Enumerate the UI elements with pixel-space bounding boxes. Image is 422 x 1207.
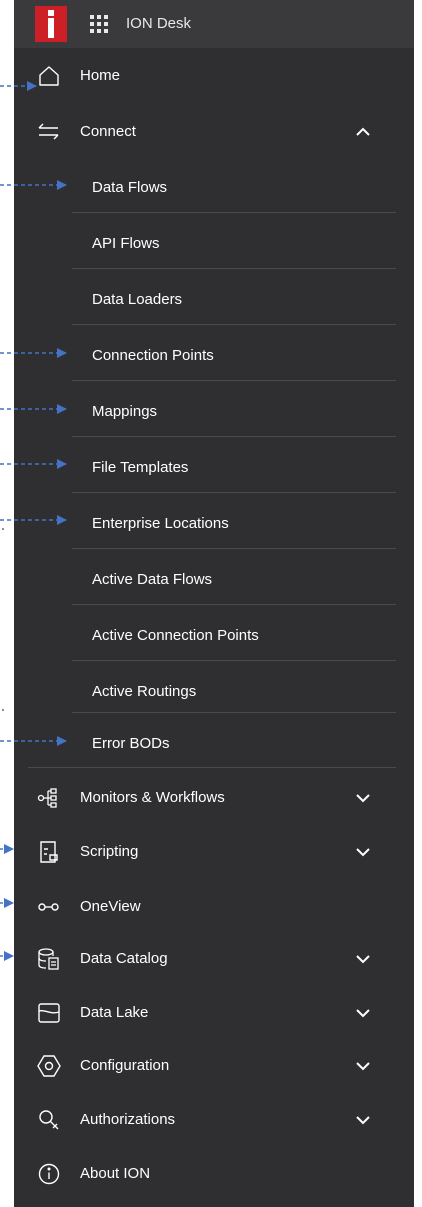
nav-label-connect: Connect [80, 123, 136, 140]
info-icon [36, 1161, 62, 1187]
nav-item-connect[interactable]: Connect [14, 104, 414, 160]
oneview-icon [36, 894, 62, 920]
data-lake-icon [36, 1000, 62, 1026]
nav-label-error-bods: Error BODs [92, 735, 170, 752]
settings-hexagon-icon [36, 1053, 62, 1079]
connect-arrows-icon [36, 119, 62, 145]
infor-logo[interactable] [35, 6, 67, 42]
chevron-down-icon[interactable] [354, 1111, 372, 1129]
nav-subitem-data-flows[interactable]: Data Flows [14, 160, 414, 216]
nav-subitem-mappings[interactable]: Mappings [14, 384, 414, 440]
nav-label-data-catalog: Data Catalog [80, 950, 168, 967]
nav-item-authorizations[interactable]: Authorizations [14, 1092, 414, 1148]
chevron-down-icon[interactable] [354, 950, 372, 968]
nav-label-about-ion: About ION [80, 1165, 151, 1182]
annotation-arrow-oneview [4, 898, 14, 908]
nav-item-oneview[interactable]: OneView [14, 879, 414, 935]
nav-subitem-enterprise-locations[interactable]: Enterprise Locations [14, 496, 414, 552]
divider [72, 604, 396, 605]
divider [72, 436, 396, 437]
nav-subitem-data-loaders[interactable]: Data Loaders [14, 272, 414, 328]
top-bar: ION Desk [14, 0, 414, 48]
chevron-down-icon[interactable] [354, 1004, 372, 1022]
nav-label-authorizations: Authorizations [80, 1111, 176, 1128]
nav-item-data-catalog[interactable]: Data Catalog [14, 931, 414, 987]
divider [72, 712, 396, 713]
annotation-arrow-scripting [4, 844, 14, 854]
nav-label-data-lake: Data Lake [80, 1004, 149, 1021]
script-icon [36, 839, 62, 865]
nav-label-api-flows: API Flows [92, 235, 160, 252]
chevron-down-icon[interactable] [354, 843, 372, 861]
divider [28, 767, 396, 768]
nav-label-active-routings: Active Routings [92, 683, 197, 700]
nav-label-home: Home [80, 67, 121, 84]
nav-subitem-active-connection-points[interactable]: Active Connection Points [14, 608, 414, 664]
nav-label-monitors-workflows: Monitors & Workflows [80, 789, 225, 806]
chevron-down-icon[interactable] [354, 1057, 372, 1075]
nav-item-about-ion[interactable]: About ION [14, 1146, 414, 1202]
nav-label-connection-points: Connection Points [92, 347, 214, 364]
screenshot-canvas: ION Desk Home Connect Data Flows API Flo… [0, 0, 422, 1207]
database-catalog-icon [36, 946, 62, 972]
logo-dot [48, 10, 54, 16]
app-title: ION Desk [126, 15, 192, 32]
nav-label-scripting: Scripting [80, 843, 139, 860]
nav-label-configuration: Configuration [80, 1057, 170, 1074]
app-grid-icon[interactable] [90, 15, 108, 33]
nav-label-active-data-flows: Active Data Flows [92, 571, 213, 588]
nav-subitem-file-templates[interactable]: File Templates [14, 440, 414, 496]
nav-subitem-api-flows[interactable]: API Flows [14, 216, 414, 272]
divider [72, 212, 396, 213]
divider [72, 492, 396, 493]
annotation-arrow-data-catalog [4, 951, 14, 961]
nav-subitem-connection-points[interactable]: Connection Points [14, 328, 414, 384]
nav-item-monitors-workflows[interactable]: Monitors & Workflows [14, 770, 414, 826]
nav-label-mappings: Mappings [92, 403, 158, 420]
nav-label-data-loaders: Data Loaders [92, 291, 183, 308]
chevron-up-icon[interactable] [354, 123, 372, 141]
ion-desk-nav-panel: ION Desk Home Connect Data Flows API Flo… [14, 0, 414, 1207]
nav-label-file-templates: File Templates [92, 459, 189, 476]
divider [72, 548, 396, 549]
key-search-icon [36, 1107, 62, 1133]
logo-stem [48, 18, 54, 38]
nav-item-configuration[interactable]: Configuration [14, 1038, 414, 1094]
nav-subitem-error-bods[interactable]: Error BODs [14, 716, 414, 772]
nav-subitem-active-data-flows[interactable]: Active Data Flows [14, 552, 414, 608]
chevron-down-icon[interactable] [354, 789, 372, 807]
nav-item-home[interactable]: Home [14, 48, 414, 104]
nav-label-data-flows: Data Flows [92, 179, 168, 196]
divider [72, 380, 396, 381]
divider [72, 268, 396, 269]
nav-item-data-lake[interactable]: Data Lake [14, 985, 414, 1041]
nav-item-scripting[interactable]: Scripting [14, 824, 414, 880]
divider [72, 660, 396, 661]
nav-label-enterprise-locations: Enterprise Locations [92, 515, 229, 532]
workflow-icon [36, 785, 62, 811]
nav-label-oneview: OneView [80, 898, 141, 915]
nav-label-active-connection-points: Active Connection Points [92, 627, 259, 644]
home-icon [36, 63, 62, 89]
divider [72, 324, 396, 325]
